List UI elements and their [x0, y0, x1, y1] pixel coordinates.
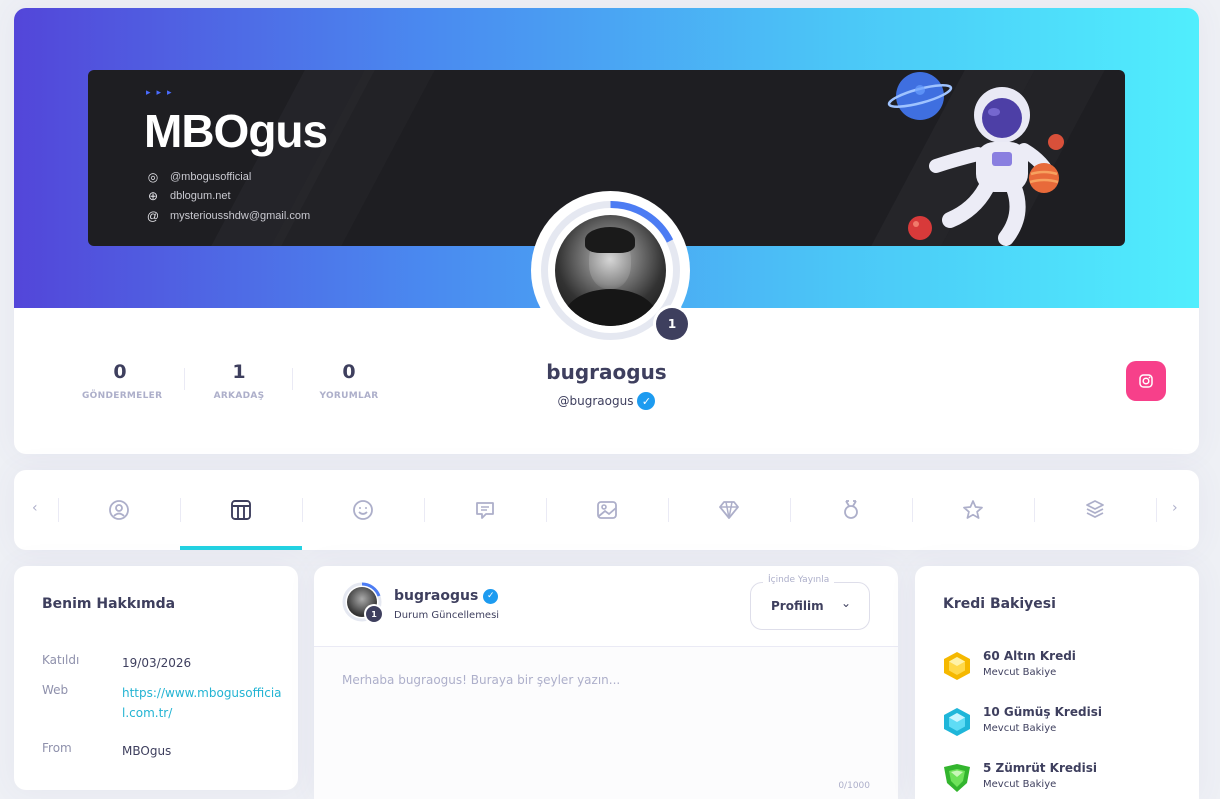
banner-website: dblogum.net: [170, 190, 231, 202]
tab-friends[interactable]: [302, 470, 424, 550]
tabs-next-arrow[interactable]: ›: [1172, 500, 1178, 516]
post-placeholder: Merhaba bugraogus! Buraya bir şeyler yaz…: [342, 673, 621, 687]
tab-collections[interactable]: [1034, 470, 1156, 550]
profile-avatar[interactable]: 1: [531, 191, 691, 350]
level-badge: 1: [653, 305, 691, 343]
stat-friends[interactable]: 1 ARKADAŞ: [204, 361, 274, 401]
star-icon: [963, 500, 983, 519]
credits-widget: Kredi Bakiyesi 60 Altın Kredi Mevcut Bak…: [915, 566, 1199, 799]
profile-handle: @bugraogus: [557, 394, 634, 408]
profile-circle-icon: [109, 500, 129, 520]
publish-in-label: İçinde Yayınla: [763, 575, 835, 585]
profile-tabs: ‹ ›: [14, 470, 1199, 550]
tab-forum[interactable]: [424, 470, 546, 550]
composer-level-badge: 1: [364, 604, 384, 624]
forum-icon: [476, 502, 494, 519]
instagram-button[interactable]: [1126, 361, 1166, 401]
publish-in-select[interactable]: İçinde Yayınla Profilim ⌄: [750, 575, 870, 630]
composer-author-line: bugraogus ✓: [394, 588, 499, 604]
tab-badges[interactable]: [790, 470, 912, 550]
timeline-icon: [231, 500, 251, 520]
silver-gem-icon: [944, 708, 970, 736]
about-widget: Benim Hakkımda Katıldı 19/03/2026 Web ht…: [14, 566, 298, 790]
tab-photos[interactable]: [546, 470, 668, 550]
banner-email: mysteriousshdw@gmail.com: [170, 210, 311, 222]
stack-icon: [1086, 500, 1104, 518]
post-textarea[interactable]: Merhaba bugraogus! Buraya bir şeyler yaz…: [314, 647, 898, 799]
banner-instagram-line: ◎ @mbogusofficial: [146, 168, 252, 186]
chevron-down-icon: ⌄: [841, 596, 852, 610]
avatar-photo: [555, 215, 666, 326]
credit-emerald: 5 Zümrüt Kredisi Mevcut Bakiye: [943, 761, 1183, 797]
profile-header-card: ▸▸▸ MBOgus ◎ @mbogusofficial ⊕ dblogum.n…: [14, 8, 1199, 454]
globe-icon: ⊕: [147, 189, 159, 203]
verified-icon: ✓: [483, 588, 499, 604]
arrows-decoration: ▸▸▸: [146, 88, 178, 98]
composer-avatar[interactable]: 1: [342, 582, 384, 624]
smiley-icon: [353, 500, 373, 520]
profile-handle-line: @bugraogus ✓: [514, 392, 699, 410]
diamond-icon: [719, 501, 739, 519]
astronaut-illustration: [887, 72, 1064, 246]
gold-gem-icon: [944, 652, 970, 680]
post-composer: 1 bugraogus ✓ Durum Güncellemesi İçinde …: [314, 566, 898, 799]
instagram-icon: [1139, 374, 1153, 388]
tab-favorites[interactable]: [912, 470, 1034, 550]
banner-website-line: ⊕ dblogum.net: [146, 187, 231, 205]
emerald-gem-icon: [944, 764, 970, 792]
verified-icon: ✓: [637, 392, 656, 410]
badge-icon: [844, 500, 858, 519]
composer-subtitle: Durum Güncellemesi: [394, 610, 500, 621]
tabs-prev-arrow[interactable]: ‹: [32, 500, 38, 516]
about-title: Benim Hakkımda: [42, 596, 176, 612]
credits-title: Kredi Bakiyesi: [943, 596, 1056, 612]
tab-credits[interactable]: [668, 470, 790, 550]
stat-posts[interactable]: 0 GÖNDERMELER: [82, 361, 162, 401]
photos-icon: [597, 501, 617, 519]
tab-about[interactable]: [58, 470, 180, 550]
publish-in-value: Profilim: [771, 599, 824, 613]
profile-username: bugraogus: [546, 360, 667, 384]
credit-silver: 10 Gümüş Kredisi Mevcut Bakiye: [943, 705, 1183, 741]
banner-instagram: @mbogusofficial: [170, 171, 252, 183]
banner-email-line: @ mysteriousshdw@gmail.com: [146, 207, 310, 225]
char-counter: 0/1000: [838, 781, 870, 791]
credit-gold: 60 Altın Kredi Mevcut Bakiye: [943, 649, 1183, 685]
banner-brand: MBOgus: [144, 105, 328, 157]
at-icon: @: [146, 209, 160, 223]
composer-author: bugraogus: [394, 588, 479, 604]
instagram-icon: ◎: [147, 170, 159, 184]
about-web-link[interactable]: https://www.mbogusofficial.com.tr/: [122, 683, 282, 723]
stat-comments[interactable]: 0 YORUMLAR: [314, 361, 384, 401]
tab-timeline[interactable]: [180, 470, 302, 550]
